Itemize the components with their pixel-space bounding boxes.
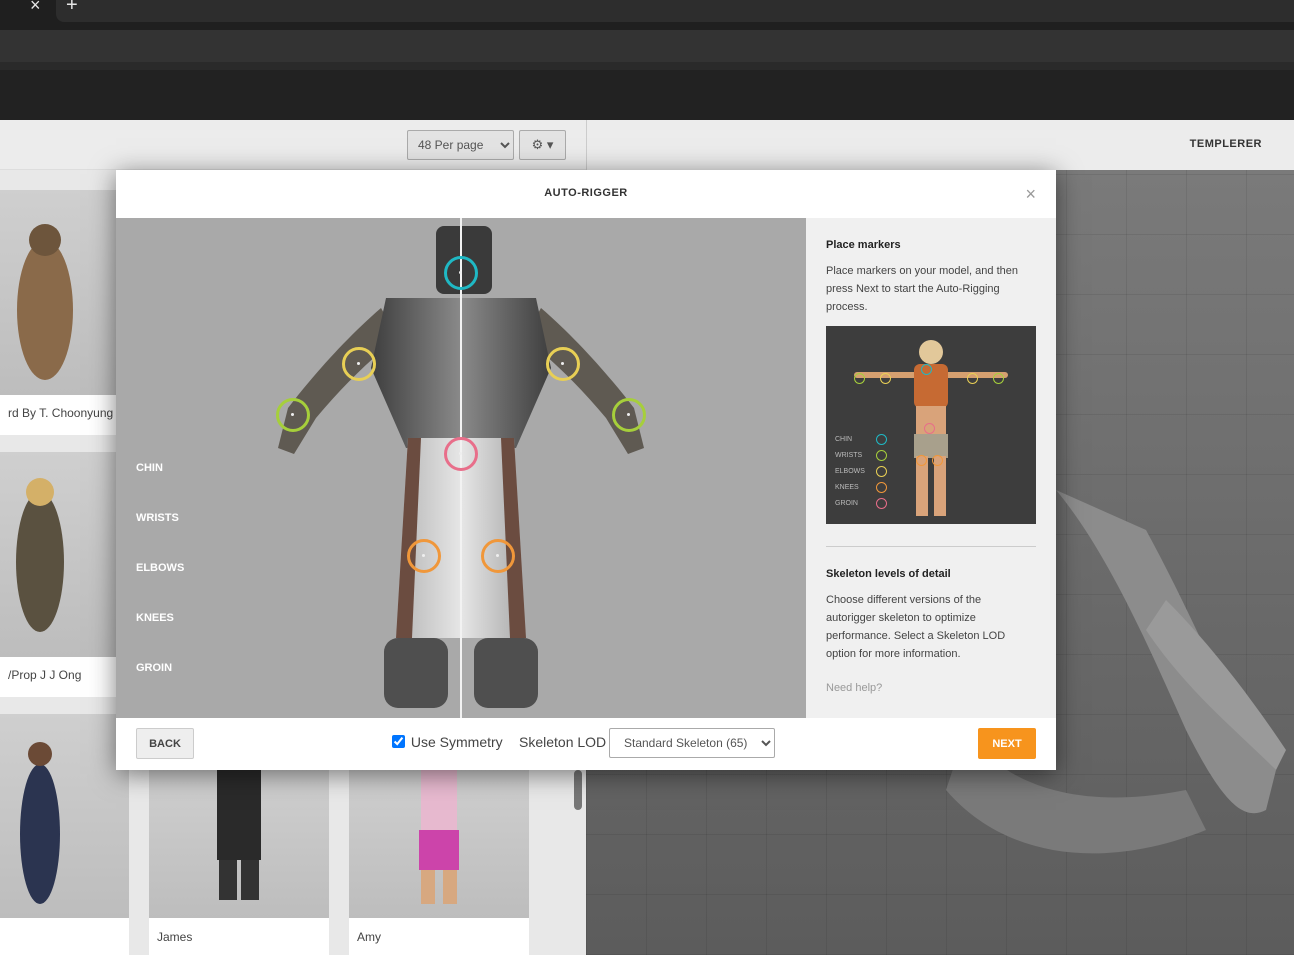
wrist-marker-left[interactable] — [612, 398, 646, 432]
character-thumbnail — [349, 770, 529, 918]
elbow-marker-right[interactable] — [342, 347, 376, 381]
close-icon[interactable]: × — [1025, 184, 1036, 205]
legend-chin-label: CHIN — [835, 436, 853, 443]
dialog-title: AUTO-RIGGER — [544, 187, 628, 199]
legend-groin-label: GROIN — [835, 500, 858, 507]
legend-groin-ring — [876, 498, 887, 509]
wrist-marker-right[interactable] — [276, 398, 310, 432]
gear-icon: ⚙ ▾ — [531, 137, 554, 152]
character-figure — [419, 770, 459, 904]
preview-knee-marker — [932, 455, 943, 466]
place-markers-text: Place markers on your model, and then pr… — [826, 265, 1018, 313]
character-name: Amy — [357, 930, 381, 944]
character-name: James — [157, 930, 193, 944]
browser-toolbar — [0, 30, 1294, 62]
marker-guide-image: CHIN WRISTS ELBOWS KNEES GROIN — [826, 326, 1036, 524]
character-figure — [16, 478, 64, 632]
skeleton-lod-select[interactable]: Standard Skeleton (65) — [609, 728, 775, 758]
character-figure — [17, 224, 73, 380]
library-scrollbar[interactable] — [574, 770, 582, 810]
wrists-label: WRISTS — [136, 512, 179, 524]
elbows-label: ELBOWS — [136, 562, 185, 574]
use-symmetry-control[interactable]: Use Symmetry — [392, 734, 503, 750]
new-tab-icon[interactable]: + — [66, 0, 78, 15]
legend-elbows-ring — [876, 466, 887, 477]
knee-marker-right[interactable] — [407, 539, 441, 573]
auto-rigger-dialog: AUTO-RIGGER × CHIN WRISTS ELBOWS KNEES G… — [116, 170, 1056, 770]
knees-label: KNEES — [136, 612, 174, 624]
preview-elbow-marker — [880, 373, 891, 384]
legend-elbows-label: ELBOWS — [835, 468, 865, 475]
character-thumbnail — [149, 770, 329, 918]
section-divider — [826, 546, 1036, 547]
chin-label: CHIN — [136, 462, 163, 474]
character-name: /Prop J J Ong — [8, 668, 82, 682]
back-button[interactable]: BACK — [136, 728, 194, 759]
skeleton-lod-heading: Skeleton levels of detail — [826, 568, 951, 580]
elbow-marker-left[interactable] — [546, 347, 580, 381]
settings-button[interactable]: ⚙ ▾ — [519, 130, 566, 160]
knee-marker-left[interactable] — [481, 539, 515, 573]
preview-wrist-marker — [854, 373, 865, 384]
skeleton-lod-text: Choose different versions of the autorig… — [826, 594, 1006, 660]
character-card[interactable]: /Prop J J Ong — [0, 452, 129, 697]
templerer-header — [586, 120, 1294, 170]
character-card[interactable]: rd By T. Choonyung — [0, 190, 129, 435]
preview-wrist-marker — [993, 373, 1004, 384]
place-markers-heading: Place markers — [826, 239, 901, 251]
browser-tabstrip: × + — [0, 0, 1294, 30]
instructions-panel: Place markers Place markers on your mode… — [806, 218, 1056, 718]
character-thumbnail — [0, 714, 129, 918]
next-button[interactable]: NEXT — [978, 728, 1036, 759]
use-symmetry-label: Use Symmetry — [410, 734, 503, 750]
character-thumbnail — [0, 190, 129, 395]
use-symmetry-checkbox[interactable] — [392, 735, 405, 748]
preview-chin-marker — [921, 364, 932, 375]
legend-knees-label: KNEES — [835, 484, 859, 491]
per-page-select[interactable]: 48 Per page — [407, 130, 514, 160]
groin-marker[interactable] — [444, 437, 478, 471]
character-name: rd By T. Choonyung — [8, 406, 114, 420]
tab-close-icon[interactable]: × — [30, 0, 41, 14]
need-help-link[interactable]: Need help? — [826, 682, 882, 694]
browser-tab[interactable] — [56, 0, 1294, 22]
character-figure — [217, 770, 261, 900]
preview-groin-marker — [924, 423, 935, 434]
legend-knees-ring — [876, 482, 887, 493]
dialog-footer: BACK Use Symmetry Skeleton LOD Standard … — [116, 718, 1056, 770]
app-header-bar — [0, 70, 1294, 120]
legend-wrists-ring — [876, 450, 887, 461]
templerer-title: TEMPLERER — [1189, 138, 1262, 150]
preview-knee-marker — [916, 455, 927, 466]
character-thumbnail — [0, 452, 129, 657]
character-card[interactable]: James — [149, 770, 329, 955]
chin-marker[interactable] — [444, 256, 478, 290]
character-card[interactable]: Amy — [349, 770, 529, 955]
character-figure — [20, 742, 60, 904]
groin-label: GROIN — [136, 662, 173, 674]
legend-chin-ring — [876, 434, 887, 445]
toolbar-divider — [0, 62, 1294, 70]
legend-wrists-label: WRISTS — [835, 452, 863, 459]
marker-placement-stage[interactable]: CHIN WRISTS ELBOWS KNEES GROIN — [116, 218, 806, 718]
character-card[interactable] — [0, 714, 129, 955]
preview-elbow-marker — [967, 373, 978, 384]
skeleton-lod-label: Skeleton LOD — [519, 734, 607, 750]
